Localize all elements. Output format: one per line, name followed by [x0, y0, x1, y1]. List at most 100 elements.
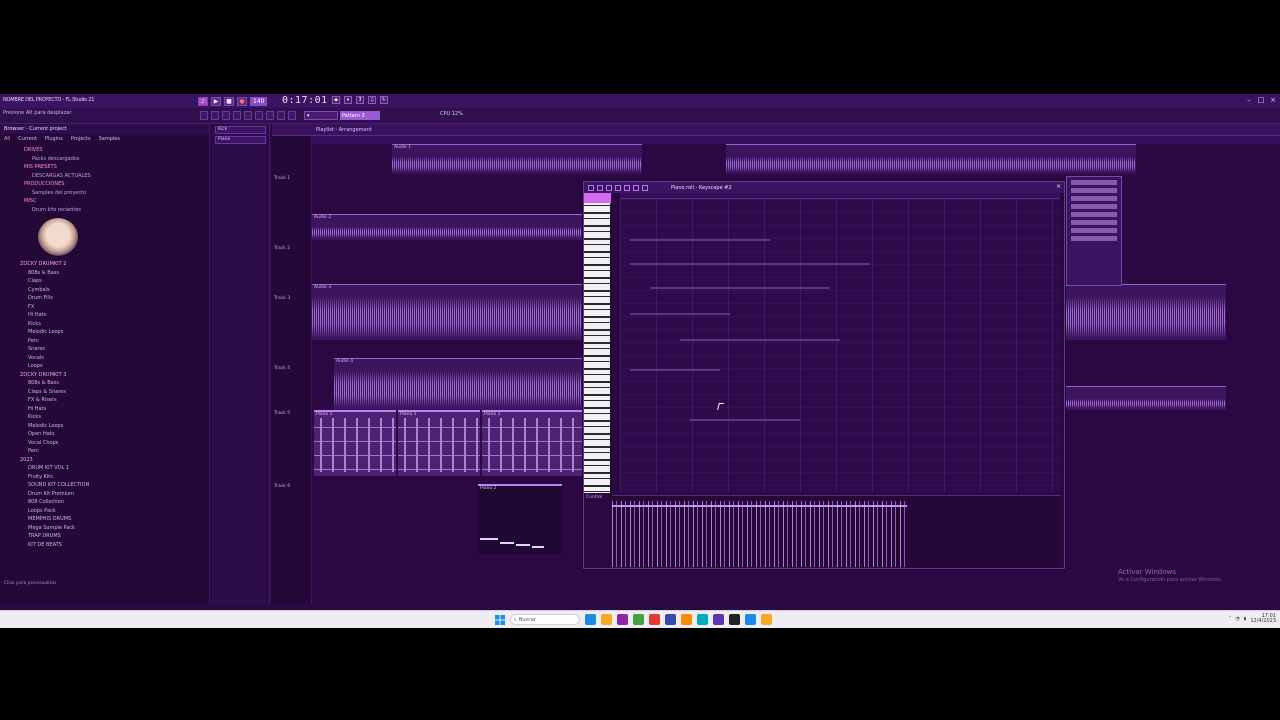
tree-item[interactable]: Loops Pack — [4, 507, 209, 516]
browser-tab-samples[interactable]: Samples — [99, 136, 120, 142]
record-button[interactable]: ● — [237, 96, 247, 106]
tree-item[interactable]: Fruity Kits — [4, 473, 209, 482]
plugin-mini-window[interactable] — [1066, 176, 1122, 286]
tree-item[interactable]: Drum Fills — [4, 294, 209, 303]
pr-select-icon[interactable] — [633, 184, 639, 191]
note-grid[interactable] — [620, 199, 1060, 493]
blend-notes-icon[interactable]: ♫ — [368, 96, 376, 104]
piano-roll-window[interactable]: Piano roll - Keyscape #2 × Control — [583, 181, 1065, 569]
audio-clip-right[interactable] — [1066, 284, 1226, 340]
pr-delete-icon[interactable] — [606, 184, 612, 191]
chrome-icon[interactable] — [633, 614, 644, 625]
tempo-display[interactable]: 140 — [250, 96, 268, 106]
maximize-icon[interactable]: □ — [1256, 95, 1266, 105]
snap-selector[interactable]: ▾ — [304, 111, 338, 120]
tree-item[interactable]: 808s & Bass — [4, 269, 209, 278]
wifi-icon[interactable]: ◔ — [1235, 616, 1239, 622]
delete-tool-icon[interactable] — [222, 111, 230, 120]
fl-studio-icon[interactable] — [617, 614, 628, 625]
tree-item[interactable]: Claps & Snares — [4, 388, 209, 397]
taskbar-clock[interactable]: 17:01 12/4/2023 — [1250, 614, 1276, 624]
channel-item[interactable]: Piano — [215, 136, 266, 144]
tree-item[interactable]: Open Hats — [4, 430, 209, 439]
tree-item[interactable]: Hi Hats — [4, 311, 209, 320]
tree-item[interactable]: Melodic Loops — [4, 422, 209, 431]
track-label[interactable]: Track 4 — [274, 366, 290, 371]
tree-folder-2023[interactable]: 2023 — [4, 456, 209, 465]
browser-tab-current[interactable]: Current — [18, 136, 37, 142]
select-tool-icon[interactable] — [266, 111, 274, 120]
browser-tab-all[interactable]: All — [4, 136, 10, 142]
track-label[interactable]: Track 1 — [274, 176, 290, 181]
windows-start-icon[interactable] — [495, 614, 505, 625]
channel-item[interactable]: Kick — [215, 126, 266, 134]
paint-tool-icon[interactable] — [211, 111, 219, 120]
piano-keyboard[interactable] — [584, 193, 611, 493]
task-view-icon[interactable] — [585, 614, 596, 625]
file-explorer-icon[interactable] — [601, 614, 612, 625]
tree-folder-drumkit-2[interactable]: ZOCKY DRUMKIT 2 — [4, 260, 209, 269]
draw-tool-icon[interactable] — [200, 111, 208, 120]
tree-item[interactable]: Melodic Loops — [4, 328, 209, 337]
pr-zoom-icon[interactable] — [642, 184, 648, 191]
tree-item[interactable]: FX & Risers — [4, 396, 209, 405]
minimize-icon[interactable]: – — [1244, 95, 1254, 105]
audio-clip[interactable]: Audio 4 — [334, 358, 582, 410]
discord-icon[interactable] — [681, 614, 692, 625]
edge-icon[interactable] — [761, 614, 772, 625]
tree-item[interactable]: Drum Kit Premium — [4, 490, 209, 499]
tree-item[interactable]: Kicks — [4, 320, 209, 329]
tree-item[interactable]: 808s & Bass — [4, 379, 209, 388]
tree-item[interactable]: DESCARGAS ACTUALES — [4, 172, 209, 181]
tree-item[interactable]: PRODUCCIONES — [4, 180, 209, 189]
tree-item[interactable]: MEMPHIS DRUMS — [4, 515, 209, 524]
track-label[interactable]: Track 6 — [274, 484, 290, 489]
timeline-ruler[interactable] — [312, 136, 1280, 144]
whatsapp-icon[interactable] — [713, 614, 724, 625]
pr-paint-icon[interactable] — [597, 184, 603, 191]
volume-icon[interactable]: ◖ — [1244, 616, 1247, 622]
track-label[interactable]: Track 2 — [274, 246, 290, 251]
countdown-icon[interactable]: 3 — [356, 96, 364, 104]
tree-item[interactable]: Snares — [4, 345, 209, 354]
terminal-icon[interactable] — [697, 614, 708, 625]
tree-item[interactable]: Samples del proyecto — [4, 189, 209, 198]
pr-slice-icon[interactable] — [624, 184, 630, 191]
playback-tool-icon[interactable] — [288, 111, 296, 120]
velocity-editor[interactable] — [612, 495, 1060, 567]
track-label[interactable]: Track 5 — [274, 411, 290, 416]
browser-tab-projects[interactable]: Projects — [71, 136, 91, 142]
audio-clip[interactable]: Audio 2 — [312, 214, 582, 240]
tree-item[interactable]: DRIVES — [4, 146, 209, 155]
chevron-up-icon[interactable]: ˄ — [1229, 616, 1232, 622]
slice-tool-icon[interactable] — [255, 111, 263, 120]
tree-item[interactable]: Loops — [4, 362, 209, 371]
tree-item[interactable]: SOUND KIT COLLECTION — [4, 481, 209, 490]
tree-item[interactable]: Vocals — [4, 354, 209, 363]
mute-tool-icon[interactable] — [233, 111, 241, 120]
wait-input-icon[interactable]: ⏸ — [344, 96, 352, 104]
tree-item[interactable]: MIS PRESETS — [4, 163, 209, 172]
track-label[interactable]: Track 3 — [274, 296, 290, 301]
tree-item[interactable]: DRUM KIT VOL 1 — [4, 464, 209, 473]
tree-folder-drumkit-3[interactable]: ZOCKY DRUMKIT 3 — [4, 371, 209, 380]
tree-item[interactable]: KIT DE BEATS — [4, 541, 209, 550]
tree-item[interactable]: Claps — [4, 277, 209, 286]
audio-clip-right[interactable] — [726, 144, 1136, 174]
browser-tab-plugins[interactable]: Plugins — [45, 136, 63, 142]
close-icon[interactable]: × — [1268, 95, 1278, 105]
pattern-clip[interactable]: Piano 1 — [314, 410, 396, 476]
play-button[interactable]: ▶ — [211, 96, 221, 106]
metronome-icon[interactable]: ◆ — [332, 96, 340, 104]
taskbar-search[interactable]: ⌕ Buscar — [510, 614, 580, 625]
tree-item[interactable]: FX — [4, 303, 209, 312]
tree-item[interactable]: 808 Collection — [4, 498, 209, 507]
tree-item[interactable]: Perc — [4, 447, 209, 456]
pr-draw-icon[interactable] — [588, 184, 594, 191]
audio-clip[interactable]: Audio 1 — [392, 144, 642, 174]
tree-item[interactable]: Drum kits recientes — [4, 206, 209, 215]
store-icon[interactable] — [649, 614, 660, 625]
tree-item[interactable]: Cymbals — [4, 286, 209, 295]
tree-item[interactable]: Mega Sample Pack — [4, 524, 209, 533]
tree-item[interactable]: Perc — [4, 337, 209, 346]
